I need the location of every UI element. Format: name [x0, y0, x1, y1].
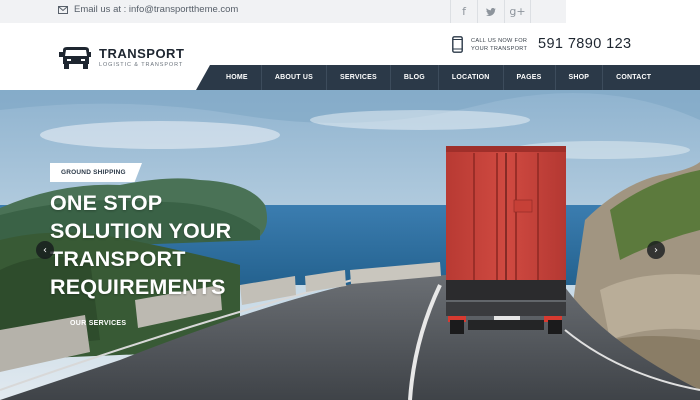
callus-line-1: CALL US NOW FOR [471, 37, 528, 44]
chevron-right-icon: › [654, 244, 658, 256]
phone-number[interactable]: 591 7890 123 [538, 36, 632, 52]
slider-prev-button[interactable]: ‹ [36, 241, 54, 259]
headline-line: ONE STOP [50, 191, 163, 215]
truck-logo-icon [59, 47, 91, 69]
header: TRANSPORT LOGISTIC & TRANSPORT CALL US N… [0, 23, 700, 90]
twitter-icon[interactable] [477, 0, 504, 23]
nav-item-shop[interactable]: SHOP [556, 65, 604, 90]
callus-line-2: YOUR TRANSPORT [471, 45, 528, 52]
envelope-icon [58, 5, 68, 14]
google-plus-icon[interactable]: g+ [504, 0, 531, 23]
social-links: f g+ [450, 0, 531, 23]
hero-slider: GROUND SHIPPING ONE STOP SOLUTION YOUR T… [0, 90, 700, 400]
email-text: Email us at : info@transporttheme.com [74, 4, 239, 15]
headline-line: TRANSPORT [50, 247, 186, 271]
call-us: CALL US NOW FOR YOUR TRANSPORT [452, 36, 527, 53]
brand-name: TRANSPORT [99, 45, 185, 61]
contact-email[interactable]: Email us at : info@transporttheme.com [58, 4, 238, 15]
mobile-phone-icon [452, 36, 463, 53]
facebook-icon[interactable]: f [450, 0, 477, 23]
our-services-link[interactable]: OUR SERVICES [70, 320, 126, 327]
nav-item-contact[interactable]: CONTACT [603, 65, 664, 90]
nav-item-services[interactable]: SERVICES [327, 65, 391, 90]
headline-line: SOLUTION YOUR [50, 219, 232, 243]
main-nav: HOME ABOUT US SERVICES BLOG LOCATION PAG… [196, 65, 700, 90]
logo[interactable]: TRANSPORT LOGISTIC & TRANSPORT [58, 46, 184, 70]
slider-next-button[interactable]: › [647, 241, 665, 259]
brand-tagline: LOGISTIC & TRANSPORT [99, 61, 184, 68]
nav-item-blog[interactable]: BLOG [391, 65, 439, 90]
hero-headline: ONE STOP SOLUTION YOUR TRANSPORT REQUIRE… [50, 189, 280, 301]
headline-line: REQUIREMENTS [50, 275, 226, 299]
nav-item-about-us[interactable]: ABOUT US [262, 65, 327, 90]
nav-item-home[interactable]: HOME [213, 65, 262, 90]
nav-item-location[interactable]: LOCATION [439, 65, 504, 90]
ground-shipping-badge: GROUND SHIPPING [50, 163, 142, 182]
top-bar: Email us at : info@transporttheme.com f … [0, 0, 566, 23]
nav-item-pages[interactable]: PAGES [504, 65, 556, 90]
chevron-left-icon: ‹ [43, 244, 47, 256]
